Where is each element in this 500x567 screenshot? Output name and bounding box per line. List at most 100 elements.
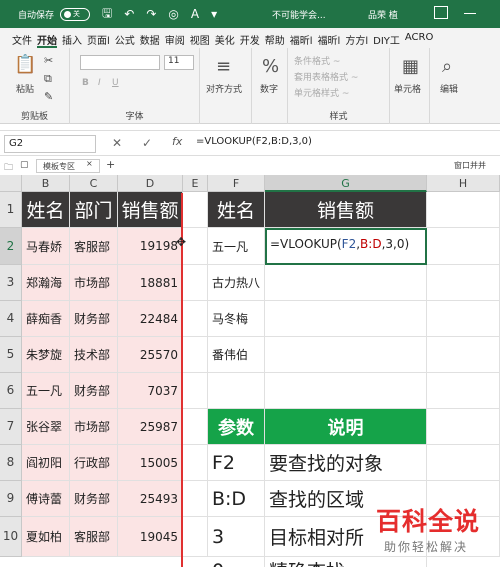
- font-color-icon[interactable]: A: [191, 7, 199, 21]
- table-format-button[interactable]: 套用表格格式 ~: [294, 70, 358, 83]
- cells-icon[interactable]: ▦: [402, 56, 419, 77]
- underline-button[interactable]: U: [112, 78, 119, 88]
- table-cell[interactable]: 18881: [118, 265, 183, 301]
- empty-cell[interactable]: [183, 265, 208, 301]
- lookup-name-cell[interactable]: 古力热八: [208, 265, 265, 301]
- empty-cell[interactable]: [183, 409, 208, 445]
- enter-icon[interactable]: ✓: [142, 136, 152, 150]
- tab-acrobat[interactable]: ACRO: [405, 28, 433, 48]
- font-name-input[interactable]: [80, 55, 160, 70]
- empty-cell[interactable]: [208, 373, 265, 409]
- table-cell[interactable]: 市场部: [70, 409, 118, 445]
- row-header-2[interactable]: 2: [0, 228, 22, 265]
- table-cell[interactable]: 郑瀚海: [22, 265, 70, 301]
- row-header-5[interactable]: 5: [0, 337, 22, 373]
- table-cell[interactable]: 25987: [118, 409, 183, 445]
- table-cell[interactable]: 马春娇: [22, 228, 70, 265]
- tab-developer[interactable]: 开发: [240, 28, 260, 48]
- empty-cell[interactable]: [265, 337, 427, 373]
- tab-file[interactable]: 文件: [12, 28, 32, 48]
- tab-help[interactable]: 帮助: [265, 28, 285, 48]
- copy-icon[interactable]: ⧉: [44, 72, 52, 86]
- empty-cell[interactable]: [427, 265, 500, 301]
- table-cell[interactable]: 阎初阳: [22, 445, 70, 481]
- left-table-header[interactable]: 部门: [70, 192, 118, 228]
- ribbon-display-icon[interactable]: [434, 6, 448, 19]
- table-cell[interactable]: 7037: [118, 373, 183, 409]
- params-cell[interactable]: 0: [208, 553, 265, 567]
- empty-cell[interactable]: [183, 337, 208, 373]
- insert-function-icon[interactable]: fx: [172, 135, 182, 148]
- tab-diy[interactable]: DIY工: [373, 28, 400, 48]
- undo-icon[interactable]: ↶: [124, 7, 134, 21]
- empty-cell[interactable]: [427, 373, 500, 409]
- column-header-d[interactable]: D: [118, 175, 183, 192]
- lookup-name-cell[interactable]: 五一凡: [208, 228, 265, 265]
- tab-formulas[interactable]: 公式: [115, 28, 135, 48]
- column-header-b[interactable]: B: [22, 175, 70, 192]
- italic-button[interactable]: I: [98, 78, 101, 88]
- empty-cell[interactable]: [427, 192, 500, 228]
- table-cell[interactable]: 朱梦旋: [22, 337, 70, 373]
- column-header-g[interactable]: G: [265, 175, 427, 192]
- table-cell[interactable]: 客服部: [70, 517, 118, 557]
- table-cell[interactable]: 行政部: [70, 445, 118, 481]
- bold-button[interactable]: B: [82, 78, 89, 88]
- minimize-icon[interactable]: [464, 13, 476, 14]
- name-box[interactable]: G2: [4, 135, 96, 153]
- empty-cell[interactable]: [427, 301, 500, 337]
- table-cell[interactable]: 财务部: [70, 373, 118, 409]
- empty-cell[interactable]: [265, 265, 427, 301]
- edit-label[interactable]: 编辑: [440, 82, 458, 95]
- table-cell[interactable]: 25493: [118, 481, 183, 517]
- active-cell-g2[interactable]: =VLOOKUP(F2,B:D,3,0): [265, 228, 427, 265]
- search-icon[interactable]: ⌕: [442, 56, 452, 77]
- format-painter-icon[interactable]: ✎: [44, 90, 53, 103]
- table-cell[interactable]: 19198: [118, 228, 183, 265]
- table-cell[interactable]: 技术部: [70, 337, 118, 373]
- empty-cell[interactable]: [183, 301, 208, 337]
- row-header-3[interactable]: 3: [0, 265, 22, 301]
- params-header-param[interactable]: 参数: [208, 409, 265, 445]
- left-table-header[interactable]: 姓名: [22, 192, 70, 228]
- empty-cell[interactable]: [427, 409, 500, 445]
- tab-foxit-1[interactable]: 福昕l: [290, 28, 313, 48]
- cut-icon[interactable]: ✂: [44, 54, 53, 67]
- number-label[interactable]: 数字: [260, 82, 278, 95]
- select-all-corner[interactable]: [0, 175, 22, 192]
- lookup-name-cell[interactable]: 番伟伯: [208, 337, 265, 373]
- row-header-4[interactable]: 4: [0, 301, 22, 337]
- redo-icon[interactable]: ↷: [146, 7, 156, 21]
- params-header-desc[interactable]: 说明: [265, 409, 427, 445]
- params-cell[interactable]: 要查找的对象: [265, 445, 427, 481]
- add-tab-icon[interactable]: +: [106, 158, 115, 171]
- table-cell[interactable]: 财务部: [70, 481, 118, 517]
- percent-icon[interactable]: %: [262, 56, 279, 77]
- params-cell[interactable]: 3: [208, 517, 265, 557]
- camera-icon[interactable]: ◎: [168, 7, 178, 21]
- empty-cell[interactable]: [183, 228, 208, 265]
- empty-cell[interactable]: [265, 373, 427, 409]
- row-header-7[interactable]: 7: [0, 409, 22, 445]
- table-cell[interactable]: 财务部: [70, 301, 118, 337]
- tab-foxit-2[interactable]: 福昕l: [318, 28, 341, 48]
- user-name[interactable]: 品荣 植: [368, 8, 398, 21]
- table-cell[interactable]: 22484: [118, 301, 183, 337]
- alignment-label[interactable]: 对齐方式: [206, 82, 242, 95]
- column-header-e[interactable]: E: [183, 175, 208, 192]
- empty-cell[interactable]: [183, 373, 208, 409]
- table-cell[interactable]: 市场部: [70, 265, 118, 301]
- empty-cell[interactable]: [183, 445, 208, 481]
- table-cell[interactable]: 19045: [118, 517, 183, 557]
- tab-home[interactable]: 开始: [37, 28, 57, 48]
- page-icon[interactable]: ▢: [20, 160, 29, 170]
- table-cell[interactable]: 15005: [118, 445, 183, 481]
- empty-cell[interactable]: [427, 445, 500, 481]
- window-arrange-button[interactable]: 窗口并并: [454, 160, 486, 171]
- tab-beautify[interactable]: 美化: [215, 28, 235, 48]
- row-header-9[interactable]: 9: [0, 481, 22, 517]
- table-cell[interactable]: 客服部: [70, 228, 118, 265]
- column-header-h[interactable]: H: [427, 175, 500, 192]
- formula-input[interactable]: =VLOOKUP(F2,B:D,3,0): [196, 136, 312, 147]
- empty-cell[interactable]: [265, 301, 427, 337]
